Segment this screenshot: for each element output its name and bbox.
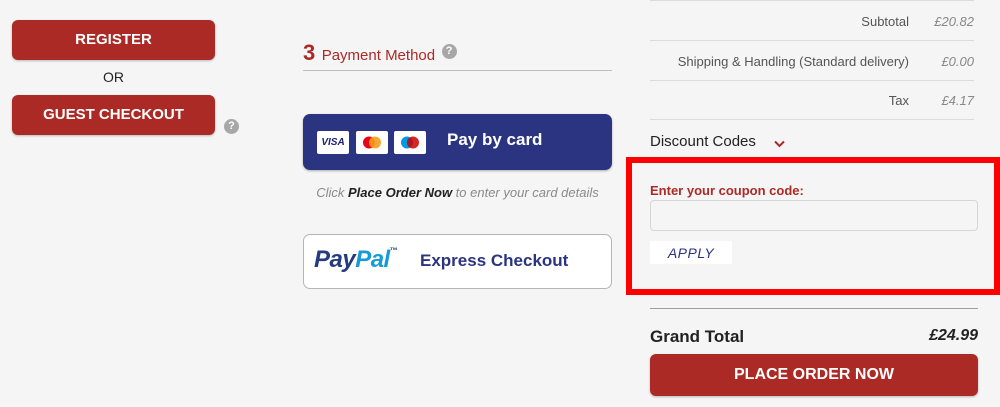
summary-label: Shipping & Handling (Standard delivery) [677, 54, 909, 69]
paypal-logo-part1: Pay [314, 246, 356, 273]
register-button[interactable]: REGISTER [12, 20, 215, 60]
maestro-icon [394, 131, 426, 154]
pay-by-card-label: Pay by card [447, 130, 543, 149]
discount-codes-label: Discount Codes [650, 133, 756, 150]
grand-total-label: Grand Total [650, 327, 745, 346]
summary-value: £4.17 [941, 93, 974, 108]
mastercard-icon [356, 131, 388, 154]
coupon-code-input[interactable] [650, 200, 978, 231]
maestro-circles [401, 136, 419, 149]
discount-codes-toggle[interactable]: Discount Codes [650, 133, 785, 150]
visa-icon: VISA [317, 131, 349, 154]
place-order-button[interactable]: PLACE ORDER NOW [650, 354, 978, 396]
express-checkout-label: Express Checkout [420, 251, 569, 270]
grand-total-divider [650, 308, 978, 309]
summary-row-tax: Tax £4.17 [650, 80, 974, 120]
payment-method-heading: 3 Payment Method ? [303, 40, 612, 71]
mastercard-circles [363, 136, 381, 149]
payment-method-title: Payment Method [321, 47, 436, 64]
paypal-express-checkout-button[interactable]: PayPal™ Express Checkout [303, 234, 612, 289]
grand-total-value: £24.99 [929, 327, 978, 344]
step-number: 3 [303, 40, 316, 65]
coupon-code-label: Enter your coupon code: [650, 183, 804, 198]
pay-by-card-button[interactable]: VISA Pay by card [303, 114, 612, 170]
guest-checkout-button[interactable]: GUEST CHECKOUT [12, 95, 215, 135]
apply-coupon-button[interactable]: APPLY [650, 241, 732, 264]
paypal-logo: PayPal™ [314, 246, 398, 274]
summary-value: £0.00 [941, 54, 974, 69]
card-hint-prefix: Click [316, 185, 349, 200]
summary-row-subtotal: Subtotal £20.82 [650, 1, 974, 41]
summary-row-shipping: Shipping & Handling (Standard delivery) … [650, 41, 974, 81]
summary-label: Subtotal [861, 14, 909, 29]
paypal-trademark: ™ [389, 246, 398, 255]
or-separator: OR [103, 69, 124, 85]
chevron-down-glyph [774, 140, 785, 148]
help-icon[interactable]: ? [224, 119, 239, 134]
card-hint-suffix: to enter your card details [452, 185, 599, 200]
help-icon[interactable]: ? [441, 44, 457, 59]
card-hint-emphasis: Place Order Now [348, 185, 453, 200]
chevron-down-icon [774, 136, 785, 151]
checkout-page: REGISTER OR GUEST CHECKOUT ? 3 Payment M… [0, 0, 1000, 407]
card-hint-text: Click Place Order Now to enter your card… [303, 185, 612, 200]
summary-label: Tax [888, 93, 909, 108]
paypal-logo-part2: Pal [355, 246, 390, 273]
summary-value: £20.82 [934, 14, 974, 29]
